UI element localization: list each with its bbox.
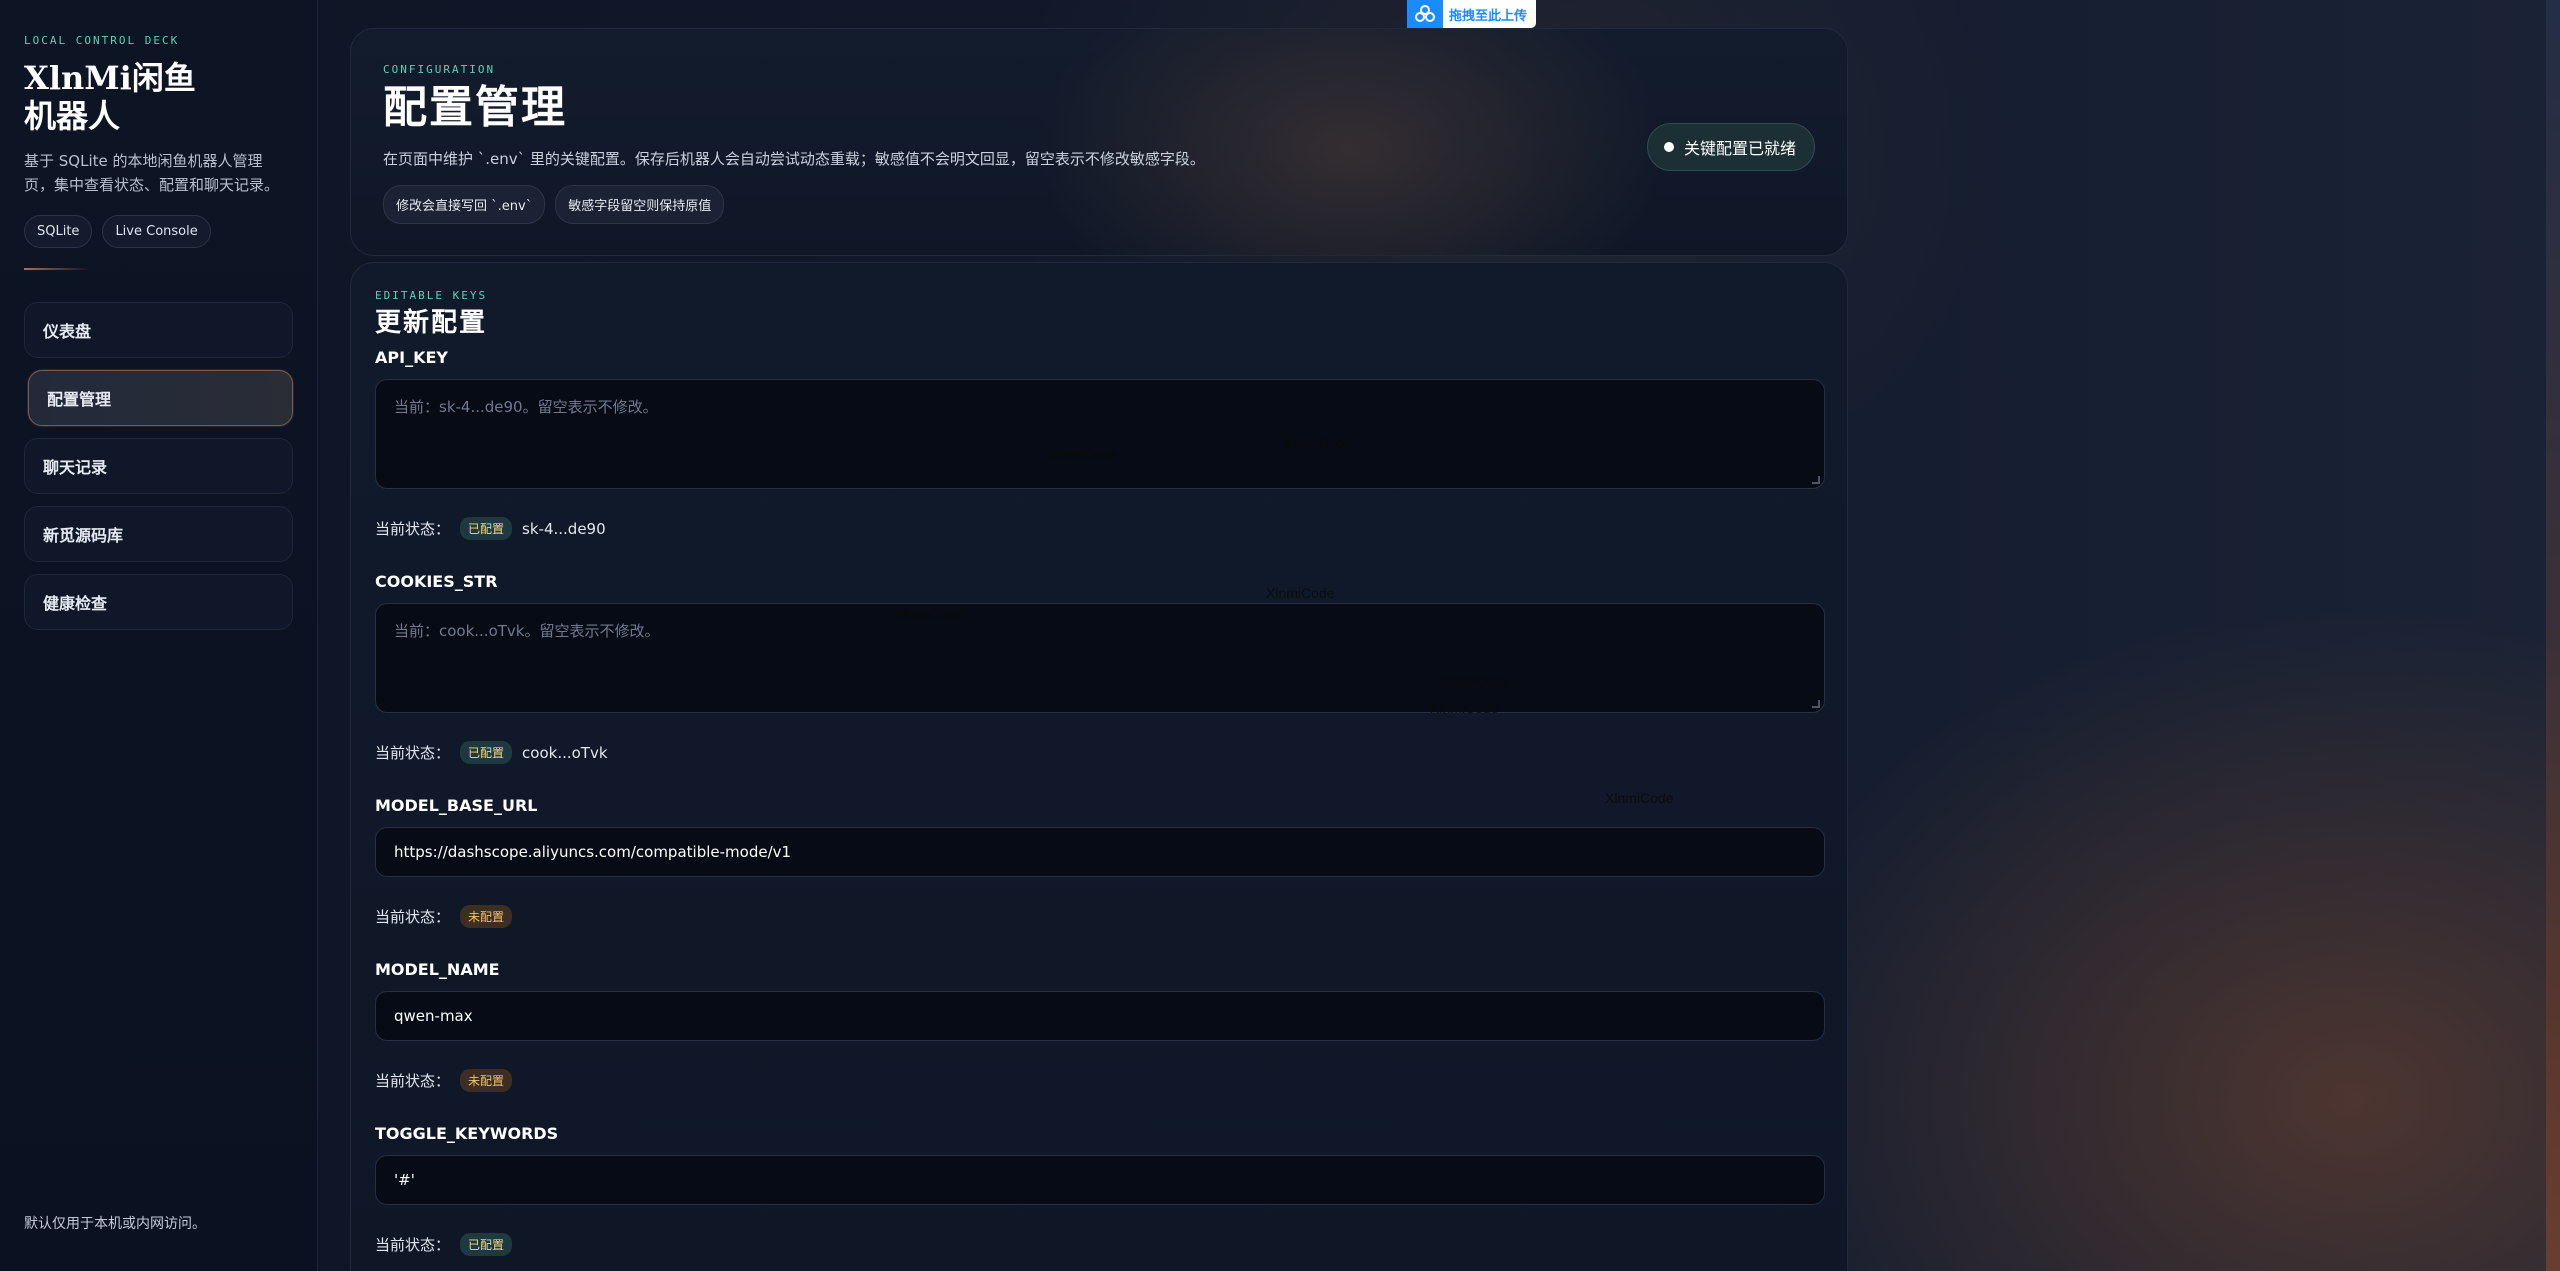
- model-base-url-input[interactable]: https://dashscope.aliyuncs.com/compatibl…: [375, 827, 1825, 877]
- sidebar-item-dashboard[interactable]: 仪表盘: [24, 302, 293, 358]
- status-badge: 已配置: [460, 517, 513, 540]
- page-title: 配置管理: [383, 82, 567, 133]
- resize-handle-icon[interactable]: [1812, 476, 1820, 484]
- ready-status-label: 关键配置已就绪: [1683, 139, 1796, 158]
- field-status: 当前状态： 已配置 sk-4...de90: [375, 517, 1823, 540]
- field-model-name: MODEL_NAME qwen-max 当前状态： 未配置: [375, 960, 1825, 1092]
- status-value: cook...oTvk: [522, 743, 608, 762]
- hero-eyebrow: CONFIGURATION: [383, 63, 496, 76]
- status-dot-icon: [1663, 142, 1674, 152]
- field-cookies-str: COOKIES_STR 当前：cook...oTvk。留空表示不修改。 当前状态…: [375, 572, 1825, 764]
- field-label: TOGGLE_KEYWORDS: [375, 1124, 559, 1143]
- chip-live-console: Live Console: [102, 215, 211, 248]
- field-label: API_KEY: [375, 348, 448, 367]
- brand-title: XlnMi闲鱼机器人: [24, 59, 196, 135]
- status-value: sk-4...de90: [522, 519, 606, 538]
- sidebar-item-chat-history[interactable]: 聊天记录: [24, 438, 293, 494]
- field-status: 当前状态： 已配置 cook...oTvk: [375, 741, 1823, 764]
- chip-sqlite: SQLite: [24, 215, 93, 248]
- field-label: MODEL_NAME: [375, 960, 500, 979]
- config-hero: CONFIGURATION 配置管理 在页面中维护 `.env` 里的关键配置。…: [350, 28, 1848, 256]
- cookies-str-textarea[interactable]: 当前：cook...oTvk。留空表示不修改。: [375, 603, 1825, 713]
- status-badge: 未配置: [460, 905, 513, 928]
- textarea-placeholder: 当前：cook...oTvk。留空表示不修改。: [394, 622, 660, 640]
- watermark: XlnmiCode: [1048, 446, 1117, 462]
- cloud-upload-icon: [1407, 0, 1443, 28]
- form-eyebrow: EDITABLE KEYS: [375, 289, 488, 302]
- resize-handle-icon[interactable]: [1812, 700, 1820, 708]
- status-prefix: 当前状态：: [375, 520, 451, 538]
- config-form: EDITABLE KEYS 更新配置 API_KEY 当前：sk-4...de9…: [350, 262, 1848, 1271]
- status-badge: 未配置: [460, 1069, 513, 1092]
- status-prefix: 当前状态：: [375, 1072, 451, 1090]
- form-title: 更新配置: [375, 308, 488, 338]
- api-key-textarea[interactable]: 当前：sk-4...de90。留空表示不修改。: [375, 379, 1825, 489]
- watermark: XlnmiCode: [1266, 585, 1335, 601]
- field-label: COOKIES_STR: [375, 572, 498, 591]
- upload-dropzone[interactable]: 拖拽至此上传: [1407, 0, 1536, 28]
- status-badge: 已配置: [460, 1233, 513, 1256]
- toggle-keywords-input[interactable]: '#': [375, 1155, 1825, 1205]
- status-prefix: 当前状态：: [375, 908, 451, 926]
- sidebar-footer-note: 默认仅用于本机或内网访问。: [24, 1216, 206, 1232]
- watermark: XlnmiCode: [894, 606, 963, 622]
- field-status: 当前状态： 已配置: [375, 1233, 1823, 1256]
- hero-tags: 修改会直接写回 `.env` 敏感字段留空则保持原值: [383, 185, 1815, 224]
- tag-keep-sensitive: 敏感字段留空则保持原值: [555, 185, 725, 224]
- brand-description: 基于 SQLite 的本地闲鱼机器人管理页，集中查看状态、配置和聊天记录。: [24, 152, 280, 194]
- model-name-input[interactable]: qwen-max: [375, 991, 1825, 1041]
- watermark: XlnmiCode: [1284, 435, 1353, 451]
- sidebar-nav: 仪表盘 配置管理 聊天记录 新觅源码库 健康检查: [24, 302, 293, 630]
- field-status: 当前状态： 未配置: [375, 905, 1823, 928]
- accent-divider: [24, 268, 90, 270]
- ready-status-pill: 关键配置已就绪: [1646, 123, 1815, 171]
- watermark: XlnmiCode: [1605, 790, 1674, 806]
- upload-label: 拖拽至此上传: [1449, 8, 1528, 24]
- watermark: XlnmiCode: [1430, 700, 1499, 716]
- sidebar-item-source-library[interactable]: 新觅源码库: [24, 506, 293, 562]
- field-model-base-url: MODEL_BASE_URL https://dashscope.aliyunc…: [375, 796, 1825, 928]
- scrollbar-track[interactable]: [2546, 0, 2560, 1271]
- tech-chips: SQLite Live Console: [24, 215, 293, 248]
- status-prefix: 当前状态：: [375, 1236, 451, 1254]
- field-status: 当前状态： 未配置: [375, 1069, 1823, 1092]
- sidebar-item-config[interactable]: 配置管理: [28, 370, 293, 426]
- status-badge: 已配置: [460, 741, 513, 764]
- status-prefix: 当前状态：: [375, 744, 451, 762]
- tag-writes-env: 修改会直接写回 `.env`: [383, 185, 546, 224]
- sidebar-item-health-check[interactable]: 健康检查: [24, 574, 293, 630]
- field-toggle-keywords: TOGGLE_KEYWORDS '#' 当前状态： 已配置: [375, 1124, 1825, 1256]
- watermark: XlnmiCode: [1440, 673, 1509, 689]
- hero-description: 在页面中维护 `.env` 里的关键配置。保存后机器人会自动尝试动态重载；敏感值…: [383, 150, 1205, 168]
- sidebar-eyebrow: LOCAL CONTROL DECK: [24, 34, 180, 47]
- sidebar: LOCAL CONTROL DECK XlnMi闲鱼机器人 基于 SQLite …: [0, 0, 318, 1271]
- field-api-key: API_KEY 当前：sk-4...de90。留空表示不修改。 当前状态： 已配…: [375, 348, 1825, 540]
- textarea-placeholder: 当前：sk-4...de90。留空表示不修改。: [394, 398, 658, 416]
